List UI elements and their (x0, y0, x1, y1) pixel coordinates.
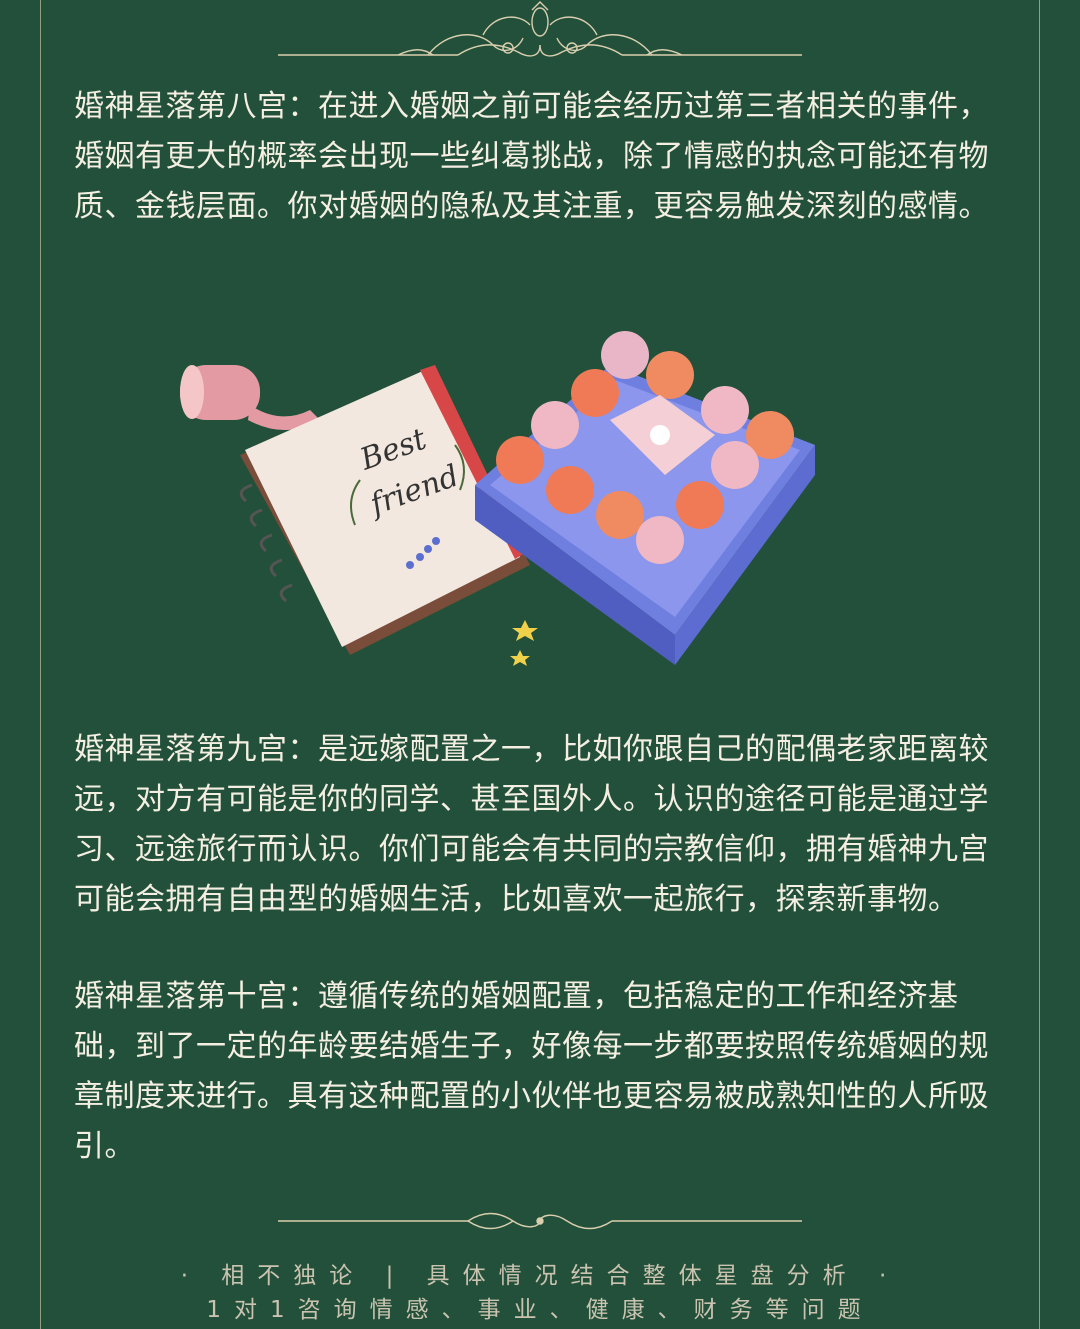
top-ornament-divider (278, 1, 802, 57)
footer-consultation-topics: 1对1咨询情感、事业、健康、财务等问题 (206, 1297, 874, 1323)
stars (510, 620, 538, 666)
ribbon-roll (180, 365, 320, 430)
gift-box-and-notebook-illustration: Best friend (180, 331, 815, 666)
paragraph-house-10: 婚神星落第十宫：遵循传统的婚姻配置，包括稳定的工作和经济基础，到了一定的年龄要结… (74, 979, 989, 1164)
footer-disclaimer: · 相不独论 | 具体情况结合整体星盘分析 · (180, 1263, 900, 1289)
frame-border-left (40, 0, 41, 1329)
paragraph-house-9: 婚神星落第九宫：是远嫁配置之一，比如你跟自己的配偶老家距离较远，对方有可能是你的… (74, 732, 989, 917)
frame-border-right (1039, 0, 1040, 1329)
bottom-ornament-divider (278, 1212, 802, 1230)
paragraph-house-8: 婚神星落第八宫：在进入婚姻之前可能会经历过第三者相关的事件，婚姻有更大的概率会出… (74, 89, 989, 224)
